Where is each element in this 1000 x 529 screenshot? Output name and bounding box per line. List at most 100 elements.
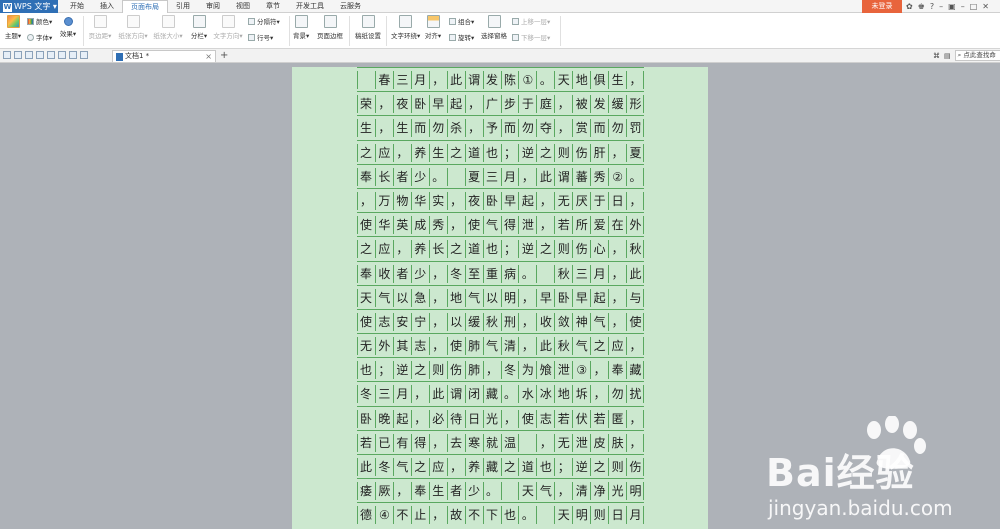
align-button[interactable]: 对齐▾ (424, 15, 442, 40)
grid-cell: 冰 (536, 385, 554, 404)
background-button[interactable]: 背景▾ (293, 15, 309, 40)
grid-cell: 奉 (410, 482, 429, 501)
group-button[interactable]: 组合▾ (449, 16, 474, 26)
columns-button[interactable]: 分栏▾ (189, 15, 209, 40)
grid-cell: ， (446, 191, 465, 210)
breaks-button[interactable]: 分隔符▾ (248, 16, 280, 26)
grid-cell: 而 (410, 119, 429, 138)
grid-cell: 与 (626, 288, 644, 307)
grid-cell: ， (590, 361, 608, 380)
page-borders-button[interactable]: 页面边框 (316, 15, 344, 40)
grid-cell: 爱 (590, 216, 608, 235)
format-painter-icon[interactable]: ⌘ (933, 50, 940, 62)
grid-cell: 明 (500, 288, 519, 307)
command-search-input[interactable]: ⌕ 点此查找命 (954, 50, 1000, 61)
grid-cell: ， (410, 385, 429, 404)
minimize-icon[interactable]: – (939, 0, 943, 13)
page-setup-icon (361, 15, 375, 28)
line-numbers-button[interactable]: 行号▾ (248, 32, 273, 42)
grid-cell: 春 (374, 71, 393, 89)
grid-row: 德 ④ 不止，故不下也。 天明则日月 (357, 502, 644, 526)
ribbon-separator (289, 16, 290, 46)
close-tab-icon[interactable]: × (205, 51, 212, 62)
document-tab[interactable]: 文档1 * × (112, 50, 216, 62)
grid-cell: 之 (536, 143, 554, 162)
grid-cell: 止 (410, 506, 429, 525)
tab-8[interactable]: 云服务 (332, 0, 369, 13)
grid-cell: 谓 (554, 167, 572, 186)
grid-cell: 则 (590, 506, 608, 525)
tab-7[interactable]: 开发工具 (288, 0, 332, 13)
manuscript-grid[interactable]: 春三月，此谓发陈 ①。天地俱生，荣，夜卧早起，广步于庭，被发缓形生，生而勿杀，予而… (357, 67, 644, 529)
app-name: WPS 文字 (14, 2, 51, 11)
export-pdf-icon[interactable] (25, 51, 33, 59)
grid-cell: 藏 (482, 385, 501, 404)
grid-cell: 气 (590, 312, 608, 331)
grid-cell: ， (410, 409, 429, 428)
page-setup-button[interactable]: 稿纸设置 (354, 15, 382, 40)
undo-icon[interactable] (58, 51, 66, 59)
ribbon-separator (560, 16, 561, 46)
shirt-icon[interactable]: ♚ (918, 0, 925, 13)
bring-forward-button[interactable]: 上移一层▾ (512, 16, 550, 26)
help-icon[interactable]: ? (930, 0, 934, 13)
grid-cell: 外 (626, 216, 644, 235)
grid-cell: 至 (464, 264, 483, 283)
login-button[interactable]: 未登录 (862, 0, 902, 13)
grid-cell: 之 (359, 242, 372, 257)
rotate-button[interactable]: 旋转▾ (449, 32, 474, 42)
tab-5[interactable]: 视图 (228, 0, 258, 13)
grid-cell: 病 (500, 264, 519, 283)
tab-2[interactable]: 页面布局 (122, 0, 168, 13)
effects-button[interactable]: 效果▾ (59, 15, 77, 38)
send-backward-button[interactable]: 下移一层▾ (512, 32, 550, 42)
selection-pane-button[interactable]: 选择窗格 (481, 15, 507, 40)
open-icon[interactable] (3, 51, 11, 59)
new-tab-button[interactable]: + (220, 49, 228, 62)
restore-icon[interactable]: ▣ (948, 0, 956, 13)
colors-button[interactable]: 颜色▾ (27, 16, 52, 26)
theme-button[interactable]: 主题▾ (4, 15, 22, 40)
grid-cell: 天 (359, 290, 372, 305)
tab-6[interactable]: 章节 (258, 0, 288, 13)
grid-cell: 生 (428, 143, 447, 162)
save-icon[interactable] (14, 51, 22, 59)
app-menu-button[interactable]: W WPS 文字 ▾ (0, 0, 58, 13)
margins-button[interactable]: 页边距▾ (88, 15, 112, 40)
watermark-url: jingyan.baidu.com (768, 496, 953, 520)
grid-line-text: 之应，养生之道也；逆之则伤肝，夏 (357, 143, 644, 162)
effects-icon (63, 17, 73, 26)
grid-cell: 应 (428, 458, 447, 476)
grid-cell: 生 (428, 482, 447, 501)
customize-icon[interactable] (80, 51, 88, 59)
close-window-icon[interactable]: ✕ (982, 0, 989, 13)
grid-line-text: 使志安宁，以缓秋刑，收敛神气，使 (357, 312, 644, 331)
wrap-text-button[interactable]: 文字环绕▾ (391, 15, 420, 40)
grid-cell: 无 (554, 191, 572, 210)
text-direction-button[interactable]: 文字方向▾ (213, 15, 243, 40)
tab-3[interactable]: 引用 (168, 0, 198, 13)
grid-cell: ， (392, 240, 411, 259)
maximize-window-icon[interactable]: □ (970, 0, 978, 13)
grid-cell: 秀 (428, 216, 447, 235)
print-preview-icon[interactable] (47, 51, 55, 59)
fonts-button[interactable]: 字体▾ (27, 32, 52, 42)
grid-cell: 养 (410, 143, 429, 162)
grid-cell: 清 (572, 482, 590, 501)
tab-1[interactable]: 插入 (92, 0, 122, 13)
paper-size-button[interactable]: 纸张大小▾ (153, 15, 183, 40)
skin-icon[interactable]: ✿ (906, 0, 913, 13)
grid-cell: 冬 (359, 387, 372, 402)
orientation-button[interactable]: 纸张方向▾ (118, 15, 148, 40)
print-icon[interactable] (36, 51, 44, 59)
redo-icon[interactable] (69, 51, 77, 59)
tab-4[interactable]: 审阅 (198, 0, 228, 13)
paste-icon[interactable]: ▤ (944, 50, 951, 62)
grid-cell: ； (500, 143, 519, 162)
tab-0[interactable]: 开始 (62, 0, 92, 13)
grid-cell: 此 (626, 264, 644, 283)
minimize-window-icon[interactable]: – (961, 0, 965, 13)
grid-cell: 此 (359, 460, 372, 474)
grid-cell: 早 (572, 288, 590, 307)
grid-cell: 少 (410, 167, 429, 186)
